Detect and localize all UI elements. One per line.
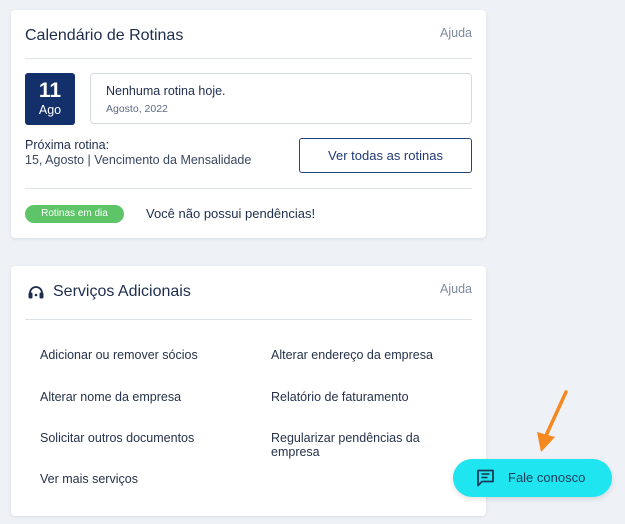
status-message: Você não possui pendências! bbox=[146, 206, 316, 221]
routines-help-link[interactable]: Ajuda bbox=[440, 26, 472, 40]
status-badge: Rotinas em dia bbox=[25, 205, 124, 223]
next-routine-value: 15, Agosto | Vencimento da Mensalidade bbox=[25, 153, 252, 167]
service-link-change-name[interactable]: Alterar nome da empresa bbox=[40, 390, 181, 404]
next-routine-label: Próxima rotina: bbox=[25, 138, 110, 152]
arrow-pointer-icon bbox=[537, 390, 568, 452]
service-link-request-documents[interactable]: Solicitar outros documentos bbox=[40, 431, 194, 445]
service-link-regularize-pending[interactable]: Regularizar pendências da empresa bbox=[271, 431, 441, 459]
routines-card-title: Calendário de Rotinas bbox=[25, 27, 184, 44]
today-routine-box: Nenhuma rotina hoje. Agosto, 2022 bbox=[90, 73, 472, 124]
date-badge-day: 11 bbox=[38, 79, 62, 102]
service-link-billing-report[interactable]: Relatório de faturamento bbox=[271, 390, 409, 404]
headset-icon bbox=[26, 282, 46, 302]
service-link-add-remove-partners[interactable]: Adicionar ou remover sócios bbox=[40, 348, 198, 362]
service-link-change-address[interactable]: Alterar endereço da empresa bbox=[271, 348, 433, 362]
contact-us-button[interactable]: Fale conosco bbox=[453, 459, 612, 497]
chat-icon bbox=[476, 469, 495, 487]
date-badge-month: Ago bbox=[38, 103, 62, 117]
routines-card: Calendário de Rotinas Ajuda 11 Ago Nenhu… bbox=[11, 10, 486, 238]
service-link-more-services[interactable]: Ver mais serviços bbox=[40, 472, 138, 486]
date-badge: 11 Ago bbox=[25, 73, 75, 125]
today-routine-title: Nenhuma rotina hoje. bbox=[106, 84, 226, 98]
services-card-title: Serviços Adicionais bbox=[53, 283, 191, 300]
view-all-routines-button[interactable]: Ver todas as rotinas bbox=[299, 138, 472, 173]
services-card: Serviços Adicionais Ajuda Adicionar ou r… bbox=[11, 266, 486, 516]
services-header-divider bbox=[25, 319, 472, 320]
services-help-link[interactable]: Ajuda bbox=[440, 282, 472, 296]
routines-footer-divider bbox=[25, 188, 472, 189]
today-routine-date: Agosto, 2022 bbox=[106, 103, 168, 115]
contact-us-label: Fale conosco bbox=[508, 470, 586, 485]
routines-header-divider bbox=[25, 58, 472, 59]
